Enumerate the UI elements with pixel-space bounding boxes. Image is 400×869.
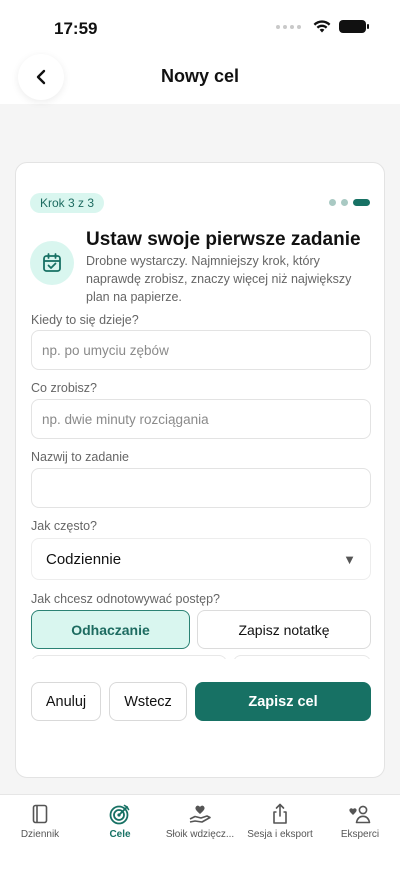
nav-bar: Nowy cel: [0, 52, 400, 104]
tab-bar: Dziennik Cele Słoik wdzięcz... Sesja i e…: [0, 794, 400, 869]
step-dot: [341, 199, 348, 206]
when-label: Kiedy to się dzieje?: [31, 313, 139, 327]
what-label: Co zrobisz?: [31, 381, 97, 395]
tab-label: Słoik wdzięcz...: [165, 829, 235, 840]
back-step-button[interactable]: Wstecz: [109, 682, 187, 721]
scroll-fade: [16, 659, 384, 673]
calendar-check-icon: [30, 241, 74, 285]
caret-down-icon: ▼: [343, 551, 356, 567]
when-input[interactable]: [31, 330, 371, 370]
status-time: 17:59: [54, 19, 98, 38]
tab-session-export[interactable]: Sesja i eksport: [240, 803, 320, 840]
wifi-icon: [313, 20, 331, 33]
frequency-value: Codziennie: [46, 550, 122, 568]
tab-label: Dziennik: [20, 829, 60, 840]
frequency-label: Jak często?: [31, 519, 98, 533]
status-icons: [276, 20, 369, 33]
tab-label: Cele: [109, 829, 131, 840]
step-indicator: [329, 199, 370, 206]
name-label: Nazwij to zadanie: [31, 450, 129, 464]
tab-label: Eksperci: [340, 829, 380, 840]
step-badge: Krok 3 z 3: [30, 193, 105, 213]
battery-icon: [339, 20, 369, 33]
step-dot: [329, 199, 336, 206]
page-title: Nowy cel: [160, 66, 240, 86]
book-icon: [0, 803, 80, 825]
tracking-label: Jak chcesz odnotowywać postęp?: [31, 592, 220, 606]
frequency-select[interactable]: Codziennie ▼: [31, 538, 371, 580]
target-icon: [80, 803, 160, 825]
wizard-subtitle: Drobne wystarczy. Najmniejszy krok, któr…: [86, 254, 352, 304]
heart-hand-icon: [160, 803, 240, 825]
tab-experts[interactable]: Eksperci: [320, 803, 400, 840]
cancel-button[interactable]: Anuluj: [31, 682, 101, 721]
signal-dots-icon: [276, 24, 301, 29]
tracking-option-note[interactable]: Zapisz notatkę: [197, 610, 371, 649]
status-bar: 17:59: [0, 0, 400, 52]
tracking-option-checkoff[interactable]: Odhaczanie: [31, 610, 190, 649]
wizard-heading: Ustaw swoje pierwsze zadanie: [86, 229, 361, 250]
step-dot-active: [353, 199, 370, 206]
people-icon: [320, 803, 400, 825]
what-input[interactable]: [31, 399, 371, 439]
share-icon: [240, 803, 320, 825]
save-goal-button[interactable]: Zapisz cel: [195, 682, 371, 721]
wizard-card: Krok 3 z 3 Ustaw swoje pierwsze zadanie …: [15, 162, 385, 778]
tab-journal[interactable]: Dziennik: [0, 803, 80, 840]
task-name-input[interactable]: [31, 468, 371, 508]
tab-gratitude-jar[interactable]: Słoik wdzięcz...: [160, 803, 240, 840]
tab-goals[interactable]: Cele: [80, 803, 160, 840]
tab-label: Sesja i eksport: [247, 829, 313, 840]
